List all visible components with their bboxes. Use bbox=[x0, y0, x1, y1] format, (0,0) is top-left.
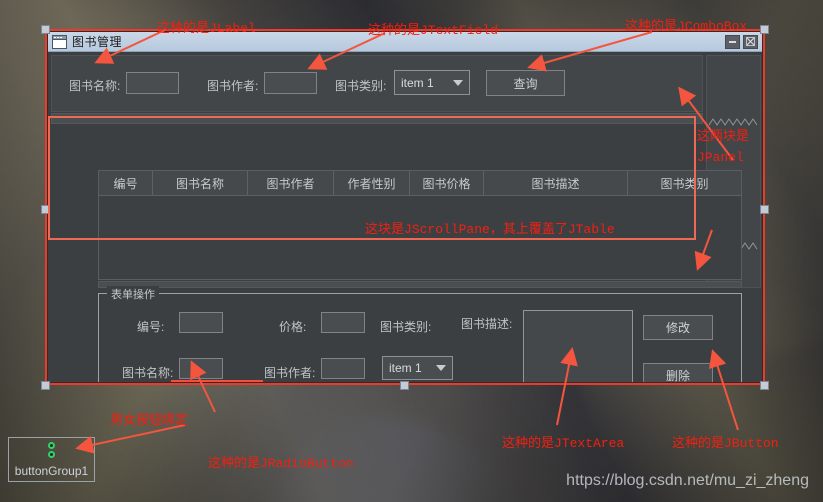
search-category-combobox[interactable]: item 1 bbox=[394, 70, 470, 95]
books-table-header: 编号 图书名称 图书作者 作者性别 图书价格 图书描述 图书类别 bbox=[99, 171, 741, 196]
label-form-price: 价格: bbox=[279, 320, 307, 334]
form-description-textarea[interactable] bbox=[523, 310, 633, 382]
resize-handle-w[interactable] bbox=[41, 205, 50, 214]
table-header-cell[interactable]: 图书名称 bbox=[153, 171, 248, 195]
modify-button-label: 修改 bbox=[665, 321, 690, 335]
minimize-icon[interactable] bbox=[725, 34, 740, 49]
label-form-book-name: 图书名称: bbox=[122, 366, 174, 380]
gender-radio-group-highlight bbox=[171, 380, 263, 382]
watermark: https://blog.csdn.net/mu_zi_zheng bbox=[566, 472, 809, 489]
button-group-widget[interactable]: buttonGroup1 bbox=[8, 437, 95, 482]
modify-button[interactable]: 修改 bbox=[643, 315, 713, 340]
search-book-name-input[interactable] bbox=[126, 72, 179, 94]
query-button[interactable]: 查询 bbox=[486, 70, 565, 96]
delete-button[interactable]: 删除 bbox=[643, 363, 713, 383]
form-book-author-input[interactable] bbox=[321, 358, 365, 379]
table-header-cell[interactable]: 图书价格 bbox=[410, 171, 484, 195]
resize-handle-ne[interactable] bbox=[760, 25, 769, 34]
search-panel: 图书名称: 图书作者: 图书类别: item 1 查询 bbox=[51, 55, 703, 112]
window-content: 图书名称: 图书作者: 图书类别: item 1 查询 编号 图书名称 图书作者… bbox=[48, 52, 762, 382]
form-panel-title: 表单操作 bbox=[107, 286, 159, 302]
close-icon[interactable] bbox=[743, 34, 758, 49]
button-group-icon bbox=[48, 442, 55, 458]
table-header-cell[interactable]: 编号 bbox=[99, 171, 153, 195]
collapsed-region-squiggle bbox=[709, 118, 758, 126]
form-id-input[interactable] bbox=[179, 312, 223, 333]
resize-handle-e[interactable] bbox=[760, 205, 769, 214]
label-form-category: 图书类别: bbox=[380, 320, 432, 334]
table-header-cell[interactable]: 图书作者 bbox=[248, 171, 334, 195]
table-header-cell[interactable]: 图书类别 bbox=[628, 171, 741, 195]
table-header-cell[interactable]: 作者性别 bbox=[334, 171, 410, 195]
window-titlebar[interactable]: 图书管理 bbox=[48, 32, 762, 52]
query-button-label: 查询 bbox=[513, 76, 538, 91]
form-book-name-input[interactable] bbox=[179, 358, 223, 379]
books-table-body[interactable] bbox=[99, 196, 741, 279]
form-category-value: item 1 bbox=[389, 361, 422, 375]
books-scrollpane[interactable]: 编号 图书名称 图书作者 作者性别 图书价格 图书描述 图书类别 bbox=[98, 170, 742, 280]
resize-handle-se[interactable] bbox=[760, 381, 769, 390]
resize-handle-s[interactable] bbox=[400, 381, 409, 390]
label-form-id: 编号: bbox=[137, 320, 165, 334]
label-book-category: 图书类别: bbox=[335, 79, 387, 93]
search-book-author-input[interactable] bbox=[264, 72, 317, 94]
label-form-description: 图书描述: bbox=[461, 317, 513, 331]
form-category-combobox[interactable]: item 1 bbox=[382, 356, 453, 380]
table-header-cell[interactable]: 图书描述 bbox=[484, 171, 628, 195]
search-category-value: item 1 bbox=[401, 75, 434, 90]
form-panel: 表单操作 编号: 价格: 图书类别: 图书名称: 图书作者: item 1 作者… bbox=[98, 286, 742, 383]
resize-handle-nw[interactable] bbox=[41, 25, 50, 34]
window-controls bbox=[725, 34, 760, 49]
window-title: 图书管理 bbox=[72, 35, 123, 49]
delete-button-label: 删除 bbox=[665, 369, 690, 383]
label-book-author: 图书作者: bbox=[207, 79, 259, 93]
resize-handle-sw[interactable] bbox=[41, 381, 50, 390]
form-price-input[interactable] bbox=[321, 312, 365, 333]
label-form-book-author: 图书作者: bbox=[264, 366, 316, 380]
label-book-name: 图书名称: bbox=[69, 79, 121, 93]
book-management-window: 图书管理 图书名称: 图书作者: 图书类别: item 1 查询 编号 图书名称… bbox=[47, 31, 763, 383]
scrollpane-bottom-strip bbox=[98, 281, 742, 288]
search-panel-strip bbox=[51, 113, 703, 124]
window-frame-icon bbox=[52, 34, 67, 49]
button-group-label: buttonGroup1 bbox=[14, 464, 89, 478]
chevron-down-icon bbox=[436, 365, 446, 371]
chevron-down-icon bbox=[453, 79, 463, 86]
